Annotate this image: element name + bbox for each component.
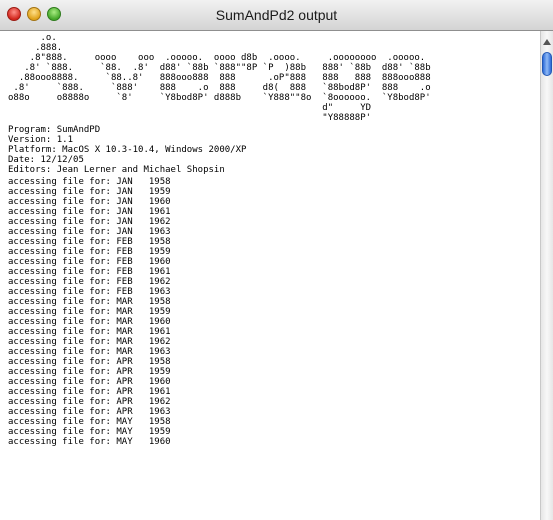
log-lines: accessing file for: JAN 1958 accessing f… (8, 177, 171, 447)
scroll-thumb[interactable] (542, 52, 552, 76)
output-window: SumAndPd2 output .o. .888. .8"888. oooo … (0, 0, 553, 520)
output-text-area[interactable]: .o. .888. .8"888. oooo ooo .ooooo. oooo … (0, 31, 540, 520)
scroll-up-icon[interactable] (543, 39, 551, 45)
program-info: Program: SumAndPD Version: 1.1 Platform:… (8, 125, 247, 175)
vertical-scrollbar[interactable] (540, 31, 553, 520)
title-bar[interactable]: SumAndPd2 output (0, 0, 553, 31)
ascii-banner: .o. .888. .8"888. oooo ooo .ooooo. oooo … (8, 33, 431, 123)
window-title: SumAndPd2 output (215, 7, 338, 23)
